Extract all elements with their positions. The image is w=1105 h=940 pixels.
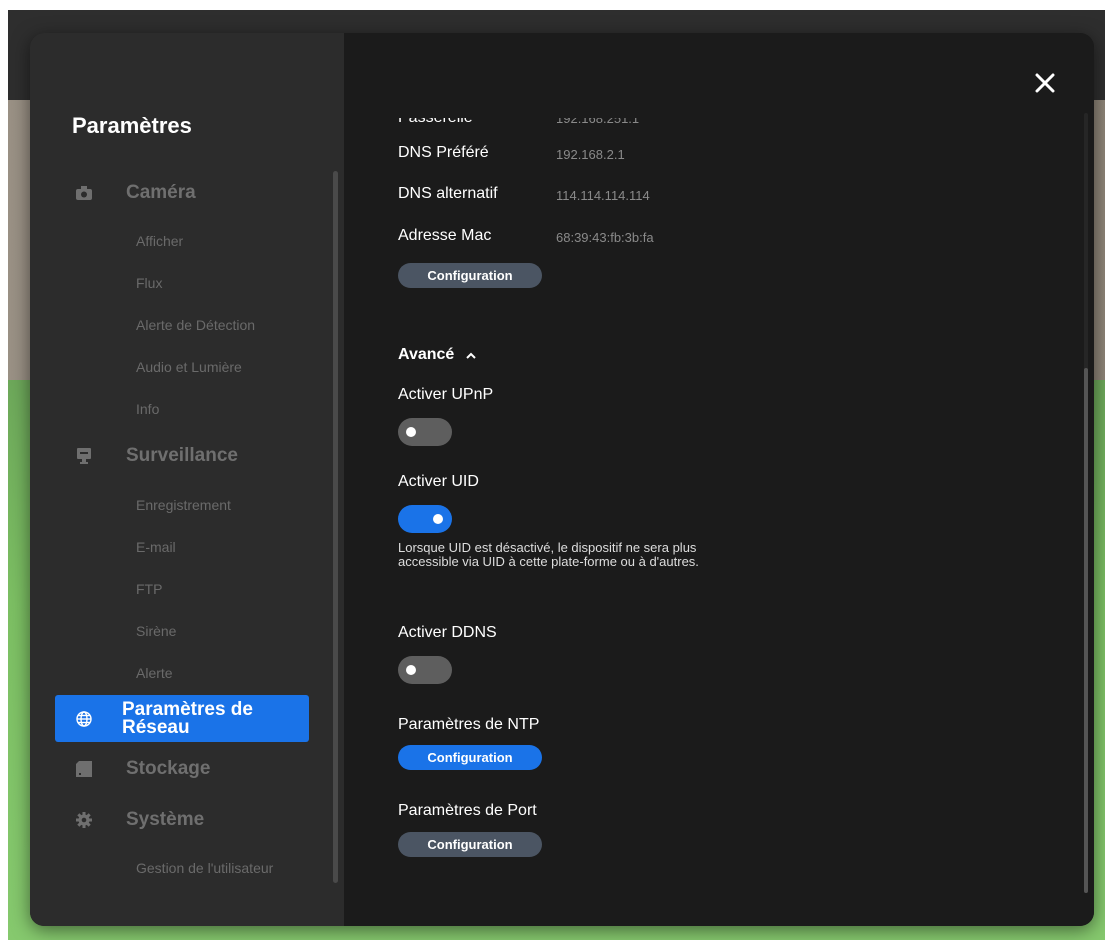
camera-icon xyxy=(72,181,96,205)
sidebar-item-enregistrement[interactable]: Enregistrement xyxy=(136,497,231,513)
dns-alternate-value: 114.114.114.114 xyxy=(556,188,650,203)
sidebar-item-ftp[interactable]: FTP xyxy=(136,581,162,597)
sidebar-section-network[interactable]: Paramètres de Réseau xyxy=(55,695,309,742)
sidebar-section-label: Système xyxy=(126,809,205,830)
ddns-toggle[interactable] xyxy=(398,656,452,684)
chevron-up-icon xyxy=(466,346,477,364)
sidebar-item-afficher[interactable]: Afficher xyxy=(136,233,183,249)
ntp-label: Paramètres de NTP xyxy=(398,716,540,733)
uid-note: Lorsque UID est désactivé, le dispositif… xyxy=(398,540,699,569)
mac-address-label: Adresse Mac xyxy=(398,227,492,244)
sidebar-section-system[interactable]: Système xyxy=(72,802,204,838)
sidebar-item-alerte-detection[interactable]: Alerte de Détection xyxy=(136,317,255,333)
network-label-line2: Réseau xyxy=(122,716,190,738)
sidebar-section-label: Surveillance xyxy=(126,445,238,466)
sidebar-scrollbar[interactable] xyxy=(333,171,338,883)
dns-preferred-label: DNS Préféré xyxy=(398,144,489,161)
sidebar-section-label: Caméra xyxy=(126,182,196,203)
sidebar-item-sirene[interactable]: Sirène xyxy=(136,623,176,639)
gateway-label: Passerelle xyxy=(398,118,473,127)
storage-icon xyxy=(72,757,96,781)
ddns-label: Activer DDNS xyxy=(398,624,497,641)
monitor-icon xyxy=(72,444,96,468)
upnp-toggle[interactable] xyxy=(398,418,452,446)
port-config-button[interactable]: Configuration xyxy=(398,832,542,857)
dns-alternate-label: DNS alternatif xyxy=(398,185,498,202)
globe-icon xyxy=(72,707,96,731)
upnp-label: Activer UPnP xyxy=(398,386,494,403)
sidebar-section-storage[interactable]: Stockage xyxy=(72,751,210,787)
sidebar-item-gestion-utilisateur[interactable]: Gestion de l'utilisateur xyxy=(136,860,273,876)
sidebar-item-info[interactable]: Info xyxy=(136,401,159,417)
gateway-value: 192.168.251.1 xyxy=(556,118,640,126)
close-icon xyxy=(1035,73,1055,93)
dns-preferred-value: 192.168.2.1 xyxy=(556,147,625,162)
toggle-knob xyxy=(406,427,416,437)
uid-toggle[interactable] xyxy=(398,505,452,533)
sidebar-section-label: Paramètres de Réseau xyxy=(122,700,253,738)
sidebar-section-surveillance[interactable]: Surveillance xyxy=(72,438,238,474)
uid-label: Activer UID xyxy=(398,473,479,490)
gear-icon xyxy=(72,808,96,832)
toggle-knob xyxy=(433,514,443,524)
sidebar-item-flux[interactable]: Flux xyxy=(136,275,162,291)
advanced-heading-label: Avancé xyxy=(398,346,455,363)
mac-address-value: 68:39:43:fb:3b:fa xyxy=(556,230,654,245)
sidebar: Paramètres Caméra Afficher Flux Alerte d… xyxy=(30,33,344,926)
content-scrollbar-thumb[interactable] xyxy=(1084,368,1088,893)
sidebar-item-alerte[interactable]: Alerte xyxy=(136,665,173,681)
sidebar-item-audio-lumiere[interactable]: Audio et Lumière xyxy=(136,359,242,375)
sidebar-item-email[interactable]: E-mail xyxy=(136,539,176,555)
advanced-heading[interactable]: Avancé xyxy=(398,346,477,364)
toggle-knob xyxy=(406,665,416,675)
network-config-button[interactable]: Configuration xyxy=(398,263,542,288)
sidebar-section-label: Stockage xyxy=(126,758,211,779)
close-button[interactable] xyxy=(1030,68,1060,98)
port-label: Paramètres de Port xyxy=(398,802,537,819)
sidebar-section-camera[interactable]: Caméra xyxy=(72,175,196,211)
settings-modal: Paramètres Caméra Afficher Flux Alerte d… xyxy=(30,33,1094,926)
ntp-config-button[interactable]: Configuration xyxy=(398,745,542,770)
sidebar-title: Paramètres xyxy=(72,113,192,138)
gateway-row-clip: Passerelle 192.168.251.1 xyxy=(344,118,1044,130)
